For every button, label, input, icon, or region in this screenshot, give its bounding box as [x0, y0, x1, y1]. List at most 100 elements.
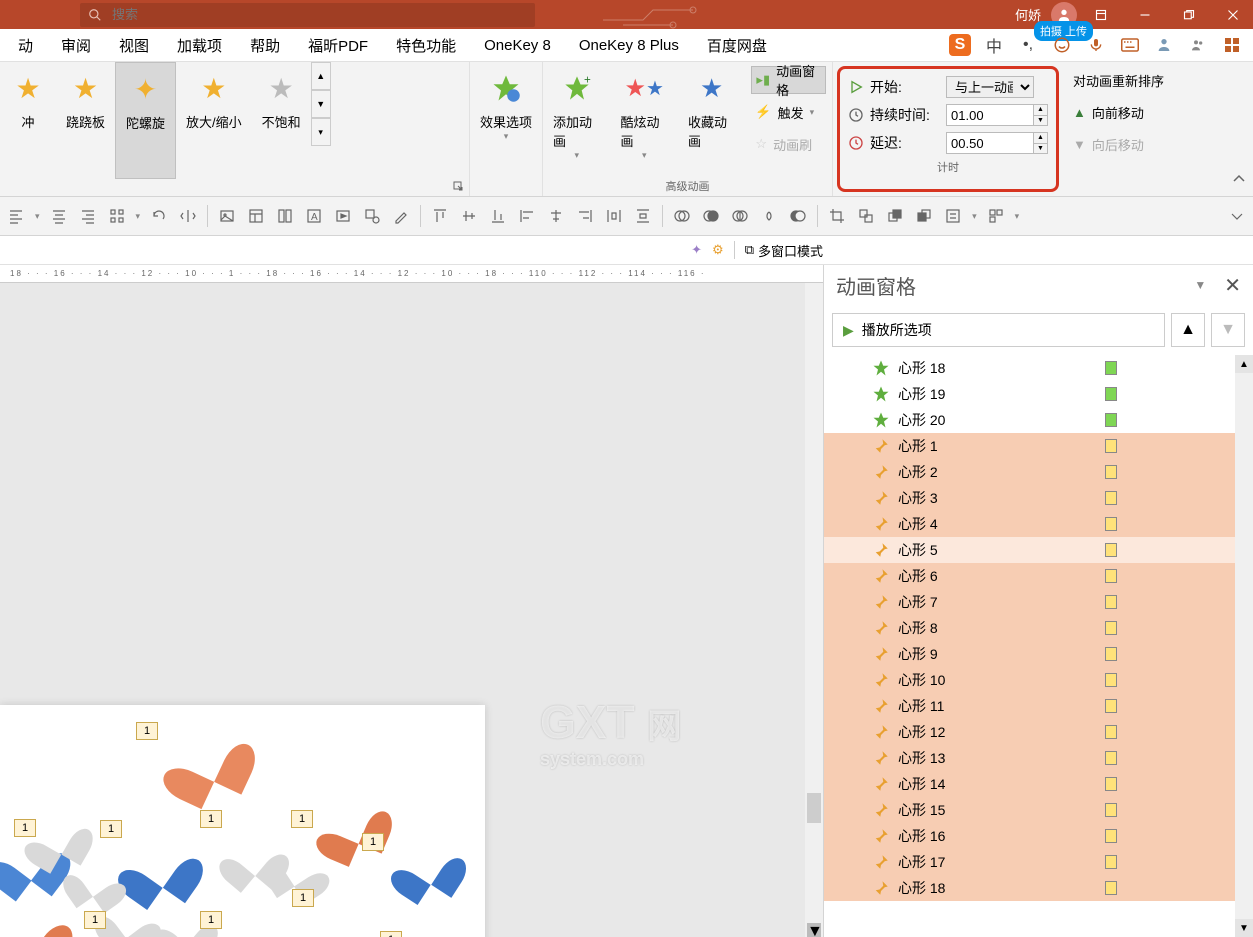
cool-animation-button[interactable]: ★★酷炫动画▾ [610, 62, 677, 176]
heart-shape[interactable] [320, 797, 385, 862]
person-icon[interactable] [1153, 34, 1175, 56]
subtract-icon[interactable] [788, 206, 808, 226]
crop-icon[interactable] [827, 206, 847, 226]
close-button[interactable] [1213, 0, 1253, 29]
search-shape-icon[interactable] [362, 206, 382, 226]
mic-icon[interactable] [1085, 34, 1107, 56]
search-box[interactable] [80, 3, 535, 27]
user2-icon[interactable] [1187, 34, 1209, 56]
maximize-button[interactable] [1169, 0, 1209, 29]
minimize-button[interactable] [1125, 0, 1165, 29]
keyboard-icon[interactable] [1119, 34, 1141, 56]
animation-tag[interactable]: 1 [200, 911, 222, 929]
bring-front-icon[interactable] [885, 206, 905, 226]
smiley-icon[interactable] [1051, 34, 1073, 56]
gallery-more[interactable]: ▾ [311, 118, 331, 146]
animation-tag[interactable]: 1 [200, 810, 222, 828]
align-center-icon[interactable] [49, 206, 69, 226]
animation-tag[interactable]: 1 [14, 819, 36, 837]
animpane-close-icon[interactable]: ✕ [1224, 273, 1241, 298]
anim-list-item[interactable]: 心形 8 [824, 615, 1253, 641]
tab-special[interactable]: 特色功能 [382, 29, 470, 61]
rotate-icon[interactable] [149, 206, 169, 226]
heart-shape[interactable] [0, 907, 60, 937]
align-r-icon[interactable] [575, 206, 595, 226]
move-earlier-button[interactable]: ▲向前移动 [1069, 98, 1168, 126]
ime-punct-icon[interactable]: •, [1017, 34, 1039, 56]
slide-stage[interactable] [0, 705, 485, 937]
tab-onekey8[interactable]: OneKey 8 [470, 29, 565, 61]
tab-view[interactable]: 视图 [105, 29, 163, 61]
anim-list-item[interactable]: 心形 3 [824, 485, 1253, 511]
anim-impact[interactable]: ★冲 [0, 62, 56, 179]
fav-animation-button[interactable]: ★收藏动画 [678, 62, 745, 176]
customize-qat-icon[interactable] [1227, 206, 1247, 226]
heart-shape[interactable] [223, 932, 272, 937]
anim-list-item[interactable]: 心形 5 [824, 537, 1253, 563]
anim-list-item[interactable]: 心形 11 [824, 693, 1253, 719]
grid-toggle-icon[interactable] [107, 206, 127, 226]
align-l-icon[interactable] [517, 206, 537, 226]
combine-icon[interactable] [701, 206, 721, 226]
add-animation-button[interactable]: +添加动画▾ [543, 62, 610, 176]
collapse-ribbon-button[interactable] [1231, 171, 1247, 192]
animation-tag[interactable]: 1 [362, 833, 384, 851]
anim-list-item[interactable]: 心形 18 [824, 875, 1253, 901]
animation-tag[interactable]: 1 [84, 911, 106, 929]
animation-tag[interactable]: 1 [292, 889, 314, 907]
intersect-icon[interactable] [759, 206, 779, 226]
anim-list-item[interactable]: 心形 4 [824, 511, 1253, 537]
animation-tag[interactable]: 1 [136, 722, 158, 740]
gallery-down[interactable]: ▼ [311, 90, 331, 118]
anim-desaturate[interactable]: ★不饱和 [252, 62, 311, 179]
align-left-icon[interactable] [6, 206, 26, 226]
move-down-button[interactable]: ▼ [1211, 313, 1245, 347]
delay-up[interactable]: ▲ [1034, 133, 1047, 144]
anim-list-item[interactable]: 心形 17 [824, 849, 1253, 875]
selection-pane-icon[interactable] [943, 206, 963, 226]
columns-icon[interactable] [275, 206, 295, 226]
tab-animations-partial[interactable]: 动 [4, 29, 47, 61]
duration-down[interactable]: ▼ [1034, 116, 1047, 126]
anim-list-item[interactable]: 心形 19 [824, 381, 1253, 407]
anim-list-item[interactable]: 心形 9 [824, 641, 1253, 667]
animlist-scrollbar[interactable]: ▲▼ [1235, 355, 1253, 937]
anim-list-item[interactable]: 心形 16 [824, 823, 1253, 849]
anim-growshrink[interactable]: ★放大/缩小 [176, 62, 252, 179]
dialog-launcher-icon[interactable] [453, 181, 463, 191]
anim-list-item[interactable]: 心形 10 [824, 667, 1253, 693]
tab-baidu[interactable]: 百度网盘 [693, 29, 781, 61]
heart-shape[interactable] [170, 727, 247, 804]
distribute-h-icon[interactable] [604, 206, 624, 226]
heart-shape[interactable] [104, 902, 151, 937]
fragment-icon[interactable] [730, 206, 750, 226]
delay-input[interactable] [946, 132, 1034, 154]
magic-button[interactable]: ✦ [691, 242, 702, 258]
heart-shape[interactable] [129, 841, 192, 904]
play-icon[interactable] [333, 206, 353, 226]
tab-foxit[interactable]: 福昕PDF [294, 29, 382, 61]
anim-list-item[interactable]: 心形 18 [824, 355, 1253, 381]
animation-tag[interactable]: 1 [380, 931, 402, 937]
anim-list-item[interactable]: 心形 1 [824, 433, 1253, 459]
image-icon[interactable] [217, 206, 237, 226]
ime-s-icon[interactable]: S [949, 34, 971, 56]
group-icon[interactable] [856, 206, 876, 226]
heart-shape[interactable] [400, 843, 457, 900]
duration-up[interactable]: ▲ [1034, 105, 1047, 116]
anim-list-item[interactable]: 心形 12 [824, 719, 1253, 745]
multi-window-button[interactable]: ⧉多窗口模式 [745, 241, 823, 260]
anim-list-item[interactable]: 心形 13 [824, 745, 1253, 771]
layout-icon[interactable] [246, 206, 266, 226]
anim-list-item[interactable]: 心形 2 [824, 459, 1253, 485]
anim-list-item[interactable]: 心形 14 [824, 771, 1253, 797]
flip-h-icon[interactable] [178, 206, 198, 226]
anim-list-item[interactable]: 心形 7 [824, 589, 1253, 615]
tab-review[interactable]: 审阅 [47, 29, 105, 61]
heart-shape[interactable] [416, 931, 491, 937]
search-input[interactable] [112, 7, 527, 22]
anim-list-item[interactable]: 心形 15 [824, 797, 1253, 823]
delay-down[interactable]: ▼ [1034, 144, 1047, 154]
align-bottom-icon[interactable] [488, 206, 508, 226]
gallery-scroll[interactable]: ▲▼▾ [311, 62, 331, 146]
